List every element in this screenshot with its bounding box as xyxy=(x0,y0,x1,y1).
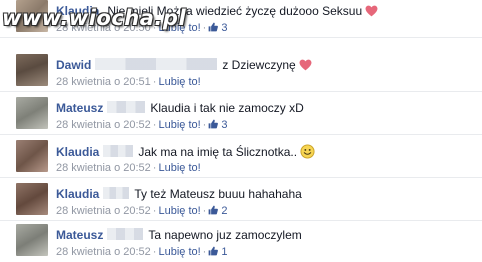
comment: Klaudia Jak ma na imię ta Ślicznotka.. 28… xyxy=(0,138,482,178)
like-button[interactable]: Lubię to! xyxy=(158,162,200,174)
comment-text: Ta napewno juz zamoczylem xyxy=(148,228,302,242)
timestamp[interactable]: 28 kwietnia o 20:52 xyxy=(56,119,151,131)
like-count[interactable]: 2 xyxy=(221,205,227,217)
site-watermark: www.wiocha.pl xyxy=(2,6,187,30)
separator: · xyxy=(202,246,207,258)
separator: · xyxy=(152,162,157,174)
blurred-surname xyxy=(103,187,130,199)
smiley-icon xyxy=(300,144,315,159)
comment-text: Ty też Mateusz buuu hahahaha xyxy=(134,187,302,201)
blurred-surname xyxy=(107,101,146,113)
separator: · xyxy=(202,119,207,131)
like-count[interactable]: 1 xyxy=(221,246,227,258)
comment: Dawid z Dziewczynę 28 kwietnia o 20:51 · Lu… xyxy=(0,52,482,92)
separator: · xyxy=(152,205,157,217)
like-count[interactable]: 3 xyxy=(221,22,227,34)
separator: · xyxy=(152,119,157,131)
comment: Klaudia Ty też Mateusz buuu hahahaha 28 k… xyxy=(0,181,482,221)
comment-meta: 28 kwietnia o 20:52 · Lubię to! xyxy=(56,162,201,175)
comment-meta: 28 kwietnia o 20:52 · Lubię to! · 1 xyxy=(56,246,228,259)
timestamp[interactable]: 28 kwietnia o 20:52 xyxy=(56,205,151,217)
comment-body: Klaudia Ty też Mateusz buuu hahahaha xyxy=(56,187,302,201)
thumbs-up-icon xyxy=(208,246,219,256)
comment-meta: 28 kwietnia o 20:52 · Lubię to! · 3 xyxy=(56,119,228,132)
like-button[interactable]: Lubię to! xyxy=(158,119,200,131)
avatar[interactable] xyxy=(16,54,48,86)
heart-icon xyxy=(365,5,378,17)
separator: · xyxy=(202,22,207,34)
comment-meta: 28 kwietnia o 20:51 · Lubię to! xyxy=(56,76,201,89)
like-button[interactable]: Lubię to! xyxy=(158,76,200,88)
like-button[interactable]: Lubię to! xyxy=(158,205,200,217)
separator: · xyxy=(202,205,207,217)
author-name[interactable]: Mateusz xyxy=(56,101,103,115)
blurred-surname xyxy=(107,228,144,240)
thumbs-up-icon xyxy=(208,205,219,215)
thumbs-up-icon xyxy=(208,22,219,32)
blurred-surname xyxy=(103,145,134,157)
author-name[interactable]: Klaudia xyxy=(56,145,99,159)
comment: Mateusz Klaudia i tak nie zamoczy xD 28 k… xyxy=(0,95,482,135)
avatar[interactable] xyxy=(16,224,48,256)
timestamp[interactable]: 28 kwietnia o 20:51 xyxy=(56,76,151,88)
timestamp[interactable]: 28 kwietnia o 20:52 xyxy=(56,246,151,258)
author-name[interactable]: Klaudia xyxy=(56,187,99,201)
comment-text: z Dziewczynę xyxy=(222,58,296,72)
separator: · xyxy=(152,246,157,258)
comment-body: Mateusz Ta napewno juz zamoczylem xyxy=(56,228,302,242)
avatar[interactable] xyxy=(16,183,48,215)
separator: · xyxy=(152,76,157,88)
avatar[interactable] xyxy=(16,97,48,129)
author-name[interactable]: Dawid xyxy=(56,58,91,72)
avatar[interactable] xyxy=(16,140,48,172)
like-count[interactable]: 3 xyxy=(221,119,227,131)
like-button[interactable]: Lubię to! xyxy=(158,246,200,258)
timestamp[interactable]: 28 kwietnia o 20:52 xyxy=(56,162,151,174)
blurred-surname xyxy=(95,58,218,70)
comment-text: Jak ma na imię ta Ślicznotka.. xyxy=(138,145,298,159)
comment-text: Klaudia i tak nie zamoczy xD xyxy=(150,101,304,115)
comment-meta: 28 kwietnia o 20:52 · Lubię to! · 2 xyxy=(56,205,228,218)
comment-body: Dawid z Dziewczynę xyxy=(56,58,312,72)
comment-body: Klaudia Jak ma na imię ta Ślicznotka.. xyxy=(56,144,315,159)
author-name[interactable]: Mateusz xyxy=(56,228,103,242)
comment: Mateusz Ta napewno juz zamoczylem 28 kwie… xyxy=(0,222,482,262)
heart-icon xyxy=(299,59,312,71)
comment-body: Mateusz Klaudia i tak nie zamoczy xD xyxy=(56,101,304,115)
thumbs-up-icon xyxy=(208,119,219,129)
